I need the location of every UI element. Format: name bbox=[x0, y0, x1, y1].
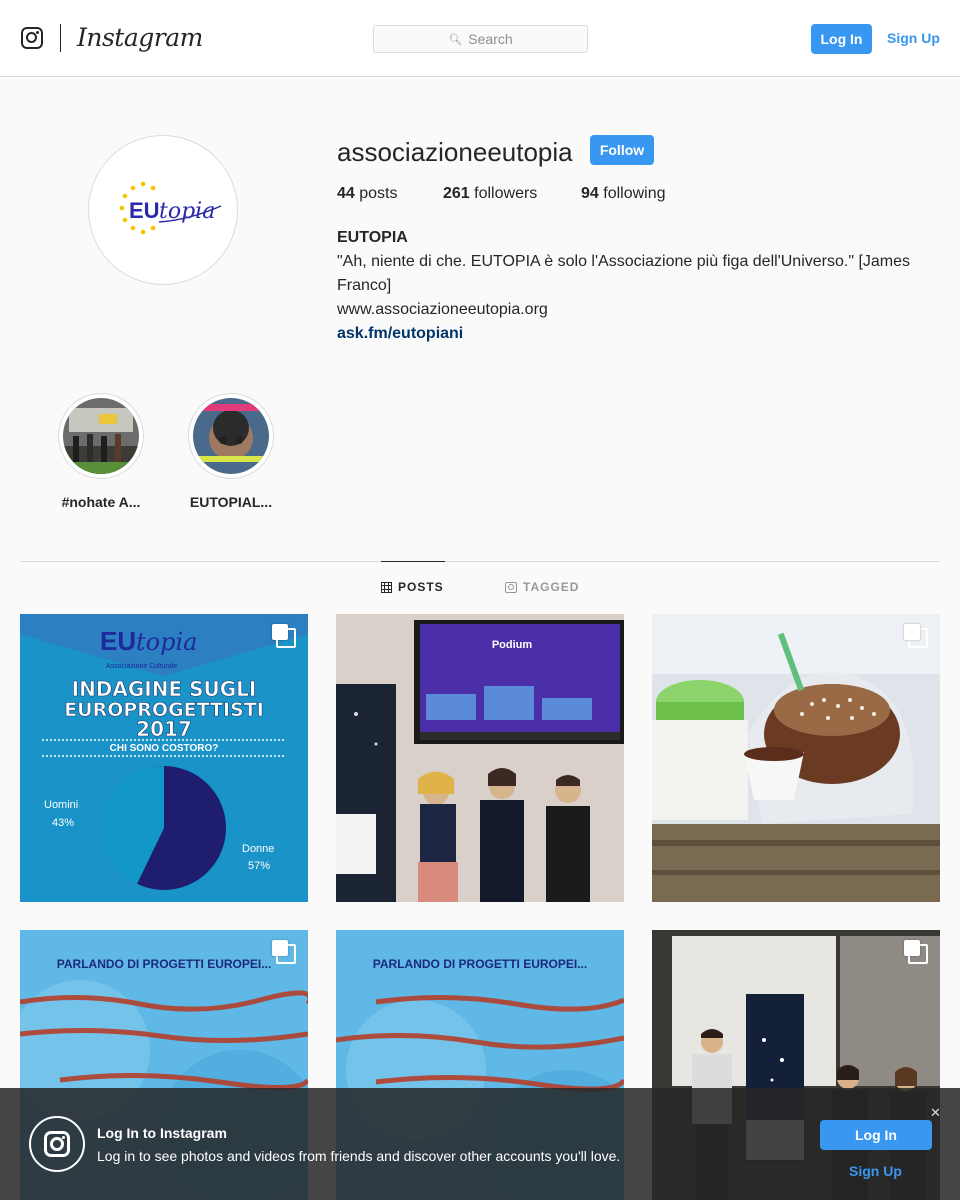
post-thumbnail[interactable]: EU topia Associazione Culturale INDAGINE… bbox=[20, 614, 308, 902]
instagram-logo-icon bbox=[29, 1116, 85, 1172]
instagram-logo-icon[interactable] bbox=[21, 27, 43, 49]
profile-bio: EUTOPIA "Ah, niente di che. EUTOPIA è so… bbox=[337, 226, 937, 346]
profile-full-name: EUTOPIA bbox=[337, 229, 408, 246]
svg-text:2017: 2017 bbox=[136, 717, 192, 741]
story-highlight[interactable]: EUTOPIAL... bbox=[187, 393, 275, 510]
highlight-thumbnail[interactable] bbox=[58, 393, 144, 479]
svg-text:topia: topia bbox=[136, 628, 197, 656]
posts-count: 44 posts bbox=[337, 185, 398, 202]
svg-text:EU: EU bbox=[129, 198, 160, 223]
login-button[interactable]: Log In bbox=[811, 24, 872, 54]
svg-text:PARLANDO DI PROGETTI EUROPEI..: PARLANDO DI PROGETTI EUROPEI... bbox=[57, 957, 271, 971]
profile-username: associazioneeutopia bbox=[337, 137, 573, 167]
multiple-photos-icon bbox=[272, 940, 296, 964]
banner-title: Log In to Instagram bbox=[97, 1125, 227, 1141]
svg-text:INDAGINE SUGLI: INDAGINE SUGLI bbox=[72, 677, 257, 701]
tabs-divider bbox=[20, 561, 940, 562]
post-thumbnail[interactable] bbox=[652, 614, 940, 902]
instagram-wordmark[interactable]: Instagram bbox=[77, 23, 203, 52]
svg-text:Donne: Donne bbox=[242, 843, 274, 855]
search-placeholder: Search bbox=[468, 31, 513, 47]
svg-text:PARLANDO DI PROGETTI EUROPEI..: PARLANDO DI PROGETTI EUROPEI... bbox=[373, 957, 587, 971]
tab-posts-label: POSTS bbox=[398, 580, 444, 594]
svg-text:Podium: Podium bbox=[492, 639, 533, 651]
svg-text:57%: 57% bbox=[248, 860, 270, 872]
signup-link[interactable]: Sign Up bbox=[887, 30, 940, 46]
tagged-icon bbox=[505, 581, 517, 593]
profile-avatar[interactable]: EU topia bbox=[88, 135, 238, 285]
grid-icon bbox=[381, 581, 392, 593]
search-icon: 🔍︎ bbox=[448, 33, 463, 46]
follow-button[interactable]: Follow bbox=[590, 135, 654, 165]
logo-divider bbox=[60, 24, 61, 52]
bio-website-text: www.associazioneeutopia.org bbox=[337, 301, 548, 318]
eutopia-logo-icon: EU topia bbox=[119, 181, 222, 235]
highlight-label: #nohate A... bbox=[61, 494, 141, 510]
tab-tagged-label: TAGGED bbox=[523, 580, 580, 594]
svg-text:CHI SONO COSTORO?: CHI SONO COSTORO? bbox=[110, 743, 219, 754]
active-tab-indicator bbox=[381, 561, 445, 562]
profile-stats: 44 posts 261 followers 94 following bbox=[337, 185, 666, 203]
highlight-label: EUTOPIAL... bbox=[189, 494, 273, 510]
svg-text:43%: 43% bbox=[52, 817, 74, 829]
multiple-photos-icon bbox=[904, 940, 928, 964]
profile-external-link[interactable]: ask.fm/eutopiani bbox=[337, 322, 937, 346]
tab-tagged[interactable]: TAGGED bbox=[505, 580, 579, 594]
bio-text: "Ah, niente di che. EUTOPIA è solo l'Ass… bbox=[337, 253, 911, 294]
highlight-thumbnail[interactable] bbox=[188, 393, 274, 479]
login-banner: Log In to Instagram Log in to see photos… bbox=[0, 1088, 960, 1200]
tab-posts[interactable]: POSTS bbox=[381, 580, 444, 594]
svg-text:EU: EU bbox=[100, 626, 136, 656]
following-count[interactable]: 94 following bbox=[581, 185, 666, 203]
top-navigation-bar: Instagram 🔍︎ Search Log In Sign Up bbox=[0, 0, 960, 77]
multiple-photos-icon bbox=[904, 624, 928, 648]
close-icon[interactable]: ✕ bbox=[930, 1105, 941, 1121]
svg-text:Uomini: Uomini bbox=[44, 799, 78, 811]
banner-login-button[interactable]: Log In bbox=[820, 1120, 932, 1150]
banner-signup-link[interactable]: Sign Up bbox=[849, 1163, 902, 1179]
followers-count[interactable]: 261 followers bbox=[443, 185, 581, 203]
story-highlight[interactable]: #nohate A... bbox=[57, 393, 145, 510]
banner-description: Log in to see photos and videos from fri… bbox=[97, 1148, 621, 1164]
search-input[interactable]: 🔍︎ Search bbox=[373, 25, 588, 53]
multiple-photos-icon bbox=[272, 624, 296, 648]
svg-text:Associazione Culturale: Associazione Culturale bbox=[106, 663, 177, 670]
post-thumbnail[interactable]: Podium bbox=[336, 614, 624, 902]
